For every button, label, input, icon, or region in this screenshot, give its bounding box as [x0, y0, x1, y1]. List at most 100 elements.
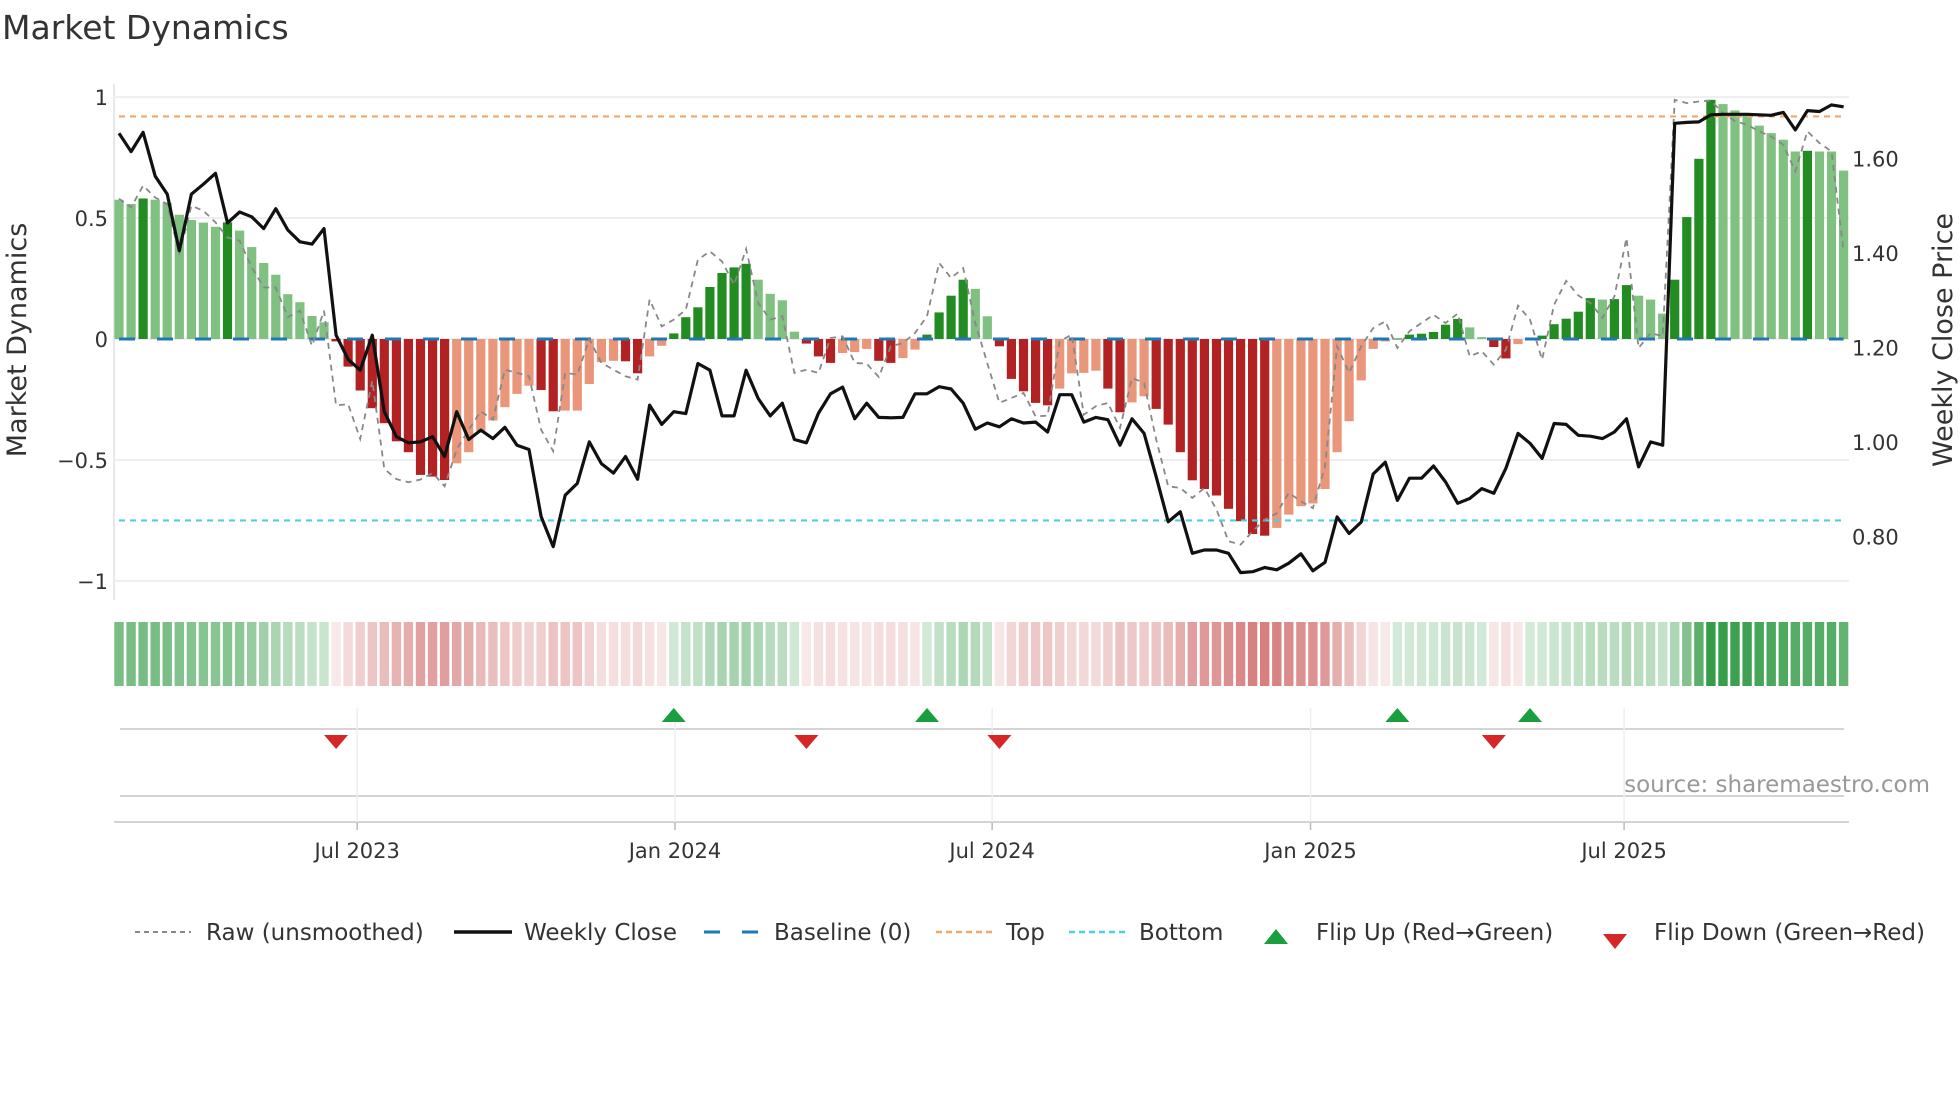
legend: Raw (unsmoothed) Weekly Close Baseline (… — [135, 920, 1925, 949]
dynamics-bar — [1549, 324, 1559, 339]
dynamics-bar — [1706, 99, 1716, 339]
dynamics-bar — [850, 339, 860, 353]
strip-cell — [681, 622, 691, 686]
dynamics-bar — [608, 339, 619, 361]
strip-cell — [295, 622, 305, 686]
dynamics-bar — [138, 198, 148, 339]
dynamics-bar — [910, 339, 920, 350]
strip-cell — [753, 622, 763, 686]
strip-cell — [741, 622, 751, 686]
series-lines — [117, 98, 1845, 575]
legend-flip-down-icon — [1603, 934, 1627, 949]
strip-cell — [1477, 622, 1487, 686]
strip-cell — [825, 622, 836, 686]
strip-cell — [958, 622, 968, 686]
dynamics-bar — [415, 339, 426, 475]
right-axis-label: Weekly Close Price — [1928, 213, 1959, 467]
strip-cell — [1067, 622, 1077, 686]
strip-cell — [765, 622, 775, 686]
strip-cell — [1235, 622, 1246, 686]
strip-cell — [1127, 622, 1137, 686]
dynamics-bar — [210, 226, 221, 339]
strip-cell — [1694, 622, 1704, 686]
strip-cell — [596, 622, 607, 686]
legend-flip-up-icon — [1264, 929, 1288, 944]
x-axis-ticks: Jul 2023 Jan 2024 Jul 2024 Jan 2025 Jul 2025 — [312, 822, 1667, 863]
dynamics-bar — [1091, 339, 1101, 371]
strip-cell — [1175, 622, 1185, 686]
strip-cell — [1296, 622, 1306, 686]
x-tick-label: Jan 2024 — [627, 839, 722, 863]
y-tick-label: 1 — [95, 86, 108, 110]
strip-cell — [259, 622, 269, 686]
dynamics-bar — [1018, 339, 1029, 392]
strip-cell — [1670, 622, 1680, 686]
strip-cell — [1018, 622, 1029, 686]
dynamics-bar — [681, 317, 691, 339]
dynamics-bar — [1115, 339, 1125, 413]
smoothed-bars — [114, 99, 1849, 536]
y2-tick-label: 1.60 — [1852, 148, 1899, 172]
dynamics-bar — [1332, 339, 1342, 453]
dynamics-bar — [512, 339, 522, 394]
dynamics-bar — [1163, 339, 1173, 425]
dynamics-bar — [1802, 150, 1812, 339]
dynamics-bar — [645, 339, 655, 357]
strip-cell — [343, 622, 353, 686]
dynamics-bar — [958, 279, 968, 339]
strip-cell — [1416, 622, 1427, 686]
strip-cell — [1573, 622, 1583, 686]
y2-tick-label: 1.00 — [1852, 431, 1899, 455]
strip-cell — [464, 622, 474, 686]
strip-cell — [1223, 622, 1234, 686]
strip-cell — [162, 622, 172, 686]
strip-cell — [970, 622, 980, 686]
strip-cell — [1549, 622, 1559, 686]
dynamics-bar — [1477, 337, 1487, 339]
strip-cell — [1380, 622, 1390, 686]
strip-cell — [934, 622, 944, 686]
strip-cell — [1790, 622, 1800, 686]
dynamics-bar — [1103, 339, 1113, 389]
dynamics-bar — [825, 339, 836, 363]
market-dynamics-chart: Market Dynamics 1 0.5 0 −0.5 −1 1.60 1.40 1.20… — [2, 8, 1959, 949]
strip-cell — [138, 622, 148, 686]
strip-cell — [1609, 622, 1620, 686]
strip-cell — [922, 622, 932, 686]
dynamics-bar — [1682, 217, 1692, 339]
dynamics-bar — [886, 339, 896, 363]
dynamics-bar — [391, 339, 401, 442]
dynamics-bar — [620, 339, 631, 362]
strip-cell — [1742, 622, 1752, 686]
dynamics-bar — [838, 339, 848, 353]
strip-cell — [886, 622, 896, 686]
strip-cell — [1368, 622, 1378, 686]
flip-up-marker — [915, 708, 940, 722]
dynamics-bar — [1031, 339, 1041, 403]
strip-cell — [331, 622, 341, 686]
strip-cell — [693, 622, 703, 686]
strip-cell — [1260, 622, 1270, 686]
strip-cell — [403, 622, 414, 686]
strip-cell — [584, 622, 594, 686]
dynamics-bar — [1465, 327, 1475, 339]
strip-cell — [1453, 622, 1463, 686]
strip-cell — [669, 622, 679, 686]
strip-cell — [994, 622, 1005, 686]
dynamics-bar — [1211, 339, 1222, 496]
strip-cell — [1308, 622, 1318, 686]
legend-top-label: Top — [1005, 920, 1045, 946]
strip-cell — [608, 622, 619, 686]
strip-cell — [1187, 622, 1197, 686]
dynamics-bar — [898, 339, 908, 359]
strip-cell — [1344, 622, 1354, 686]
flip-up-marker — [1518, 708, 1543, 722]
strip-cell — [1115, 622, 1125, 686]
dynamics-bar — [186, 220, 196, 339]
strip-cell — [1030, 622, 1041, 686]
strip-cell — [415, 622, 426, 686]
strip-cell — [1597, 622, 1608, 686]
strip-cell — [1585, 622, 1595, 686]
dynamics-bar — [536, 339, 546, 390]
strip-cell — [946, 622, 956, 686]
